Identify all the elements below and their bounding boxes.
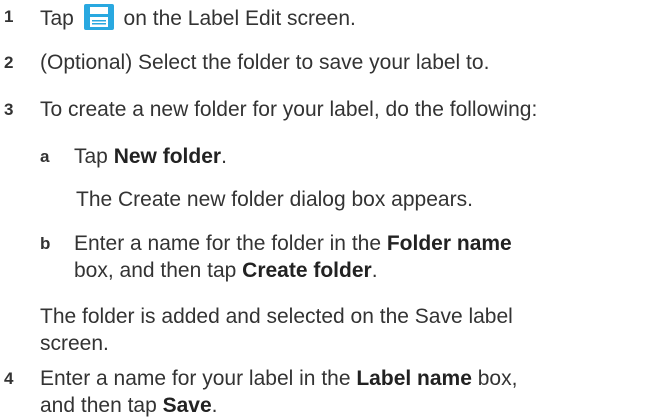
- save-icon: [83, 3, 114, 30]
- step-3-text: To create a new folder for your label, d…: [40, 98, 538, 122]
- step-4-line1-post: box,: [477, 366, 518, 390]
- step-number: 1: [4, 6, 14, 26]
- substep-a-post: .: [221, 144, 227, 168]
- step-number: 4: [4, 368, 14, 388]
- substep-b-line1-pre: Enter a name for the folder in the: [74, 232, 382, 256]
- substep-letter: b: [40, 234, 51, 254]
- step-4-line2-post: .: [211, 393, 218, 417]
- substep-b-line2-post: .: [371, 259, 378, 283]
- step-1-text: Tap on the Label Edit screen.: [40, 3, 356, 32]
- step-4-line2-pre: and then tap: [40, 393, 157, 417]
- step-2-text: (Optional) Select the folder to save you…: [40, 51, 490, 75]
- substep-b-line2-pre: box, and then tap: [74, 259, 237, 283]
- substep-a-text: Tap New folder.: [74, 144, 227, 170]
- new-folder-term: New folder: [113, 144, 222, 168]
- step-4-line1-pre: Enter a name for your label in the: [40, 366, 351, 390]
- step-3-note-line1: The folder is added and selected on the …: [40, 305, 513, 329]
- instruction-document: 1 Tap on the Label Edit screen. 2 (Optio…: [0, 0, 653, 419]
- label-name-term: Label name: [356, 366, 472, 390]
- step-number: 2: [4, 53, 14, 73]
- substep-b-line2: box, and then tap Create folder.: [74, 258, 378, 284]
- step-4-line1: Enter a name for your label in the Label…: [40, 366, 517, 392]
- substep-a-result: The Create new folder dialog box appears…: [76, 187, 473, 211]
- substep-a-pre: Tap: [74, 144, 108, 168]
- step-3-note-line2: screen.: [40, 332, 109, 356]
- folder-name-term: Folder name: [386, 232, 512, 256]
- step-1-text-before: Tap: [40, 6, 74, 30]
- step-1-text-after: on the Label Edit screen.: [123, 6, 356, 30]
- step-number: 3: [4, 100, 14, 120]
- save-term: Save: [162, 393, 212, 417]
- create-folder-term: Create folder: [242, 259, 372, 283]
- substep-letter: a: [40, 146, 50, 166]
- step-4-line2: and then tap Save.: [40, 393, 218, 419]
- substep-b-line1: Enter a name for the folder in the Folde…: [74, 231, 512, 257]
